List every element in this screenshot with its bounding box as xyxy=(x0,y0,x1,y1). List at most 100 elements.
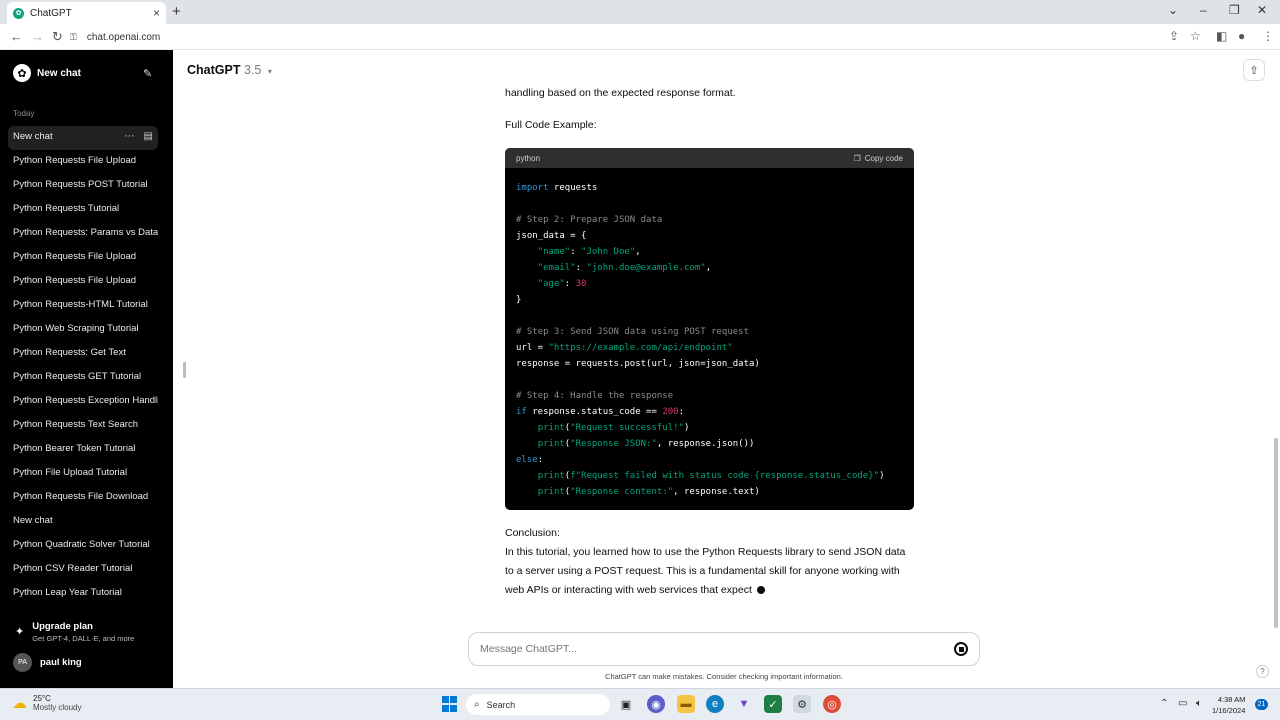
history-item-label: Python Web Scraping Tutorial xyxy=(13,323,139,334)
forward-icon[interactable]: → xyxy=(31,29,44,44)
address-bar: ← → ↻ ⚿ chat.openai.com ⇪ ☆ ◧ ● ⋮ xyxy=(0,24,1280,50)
code-line: # Step 2: Prepare JSON data xyxy=(516,212,903,228)
tab-search-chevron-icon[interactable]: ⌄ xyxy=(1168,3,1178,17)
sidebar-history-item[interactable]: New chat ⋯ ▤ xyxy=(8,126,158,150)
code-token: f"Request failed with status code {respo… xyxy=(570,471,880,481)
sidebar-history-item[interactable]: Python Requests GET Tutorial xyxy=(8,366,158,390)
sidebar-history-item[interactable]: Python Requests File Upload xyxy=(8,270,158,294)
user-menu[interactable]: PA paul king xyxy=(13,653,82,672)
sidebar-history-item[interactable]: Python CSV Reader Tutorial xyxy=(8,558,158,582)
code-token: print xyxy=(537,487,565,497)
sidebar-collapse-handle[interactable] xyxy=(183,362,186,378)
browser-tabbar: ✿ ChatGPT × + ⌄ – ❐ ✕ xyxy=(0,0,1280,24)
teams-chat-icon[interactable]: ◉ xyxy=(647,695,665,713)
code-block: python ❐ Copy code import requests # Step… xyxy=(505,148,914,510)
share-page-icon[interactable]: ⇪ xyxy=(1169,29,1179,43)
upgrade-plan-button[interactable]: ✦ Upgrade plan Get GPT-4, DALL·E, and mo… xyxy=(13,621,134,643)
sidebar-history-item[interactable]: Python Requests File Upload xyxy=(8,246,158,270)
tray-chevron-up-icon[interactable]: ⌃ xyxy=(1160,698,1168,709)
clock-time: 4:38 AM xyxy=(1217,695,1246,704)
site-info-icon[interactable]: ⚿ xyxy=(70,32,77,43)
new-tab-icon[interactable]: + xyxy=(172,3,181,20)
sidebar-history-item[interactable]: Python Requests Exception Handling xyxy=(8,390,158,414)
task-view-icon[interactable]: ▣ xyxy=(617,695,635,713)
vpn-app-icon[interactable]: ▼ xyxy=(735,695,753,713)
sidebar-history-item[interactable]: Python Requests POST Tutorial xyxy=(8,174,158,198)
sidebar-history-item[interactable]: New chat xyxy=(8,510,158,534)
code-token: response.status_code == xyxy=(526,407,663,417)
sidebar-history-item[interactable]: Python Web Scraping Tutorial xyxy=(8,318,158,342)
url-field[interactable]: ⚿ chat.openai.com xyxy=(70,27,1190,47)
code-token: # Step 2: Prepare JSON data xyxy=(516,215,663,225)
sidebar-history-item[interactable]: Python Requests: Get Text xyxy=(8,342,158,366)
code-line: else: xyxy=(516,452,903,468)
system-clock[interactable]: 4:38 AM 1/16/2024 xyxy=(1212,694,1245,716)
user-name: paul king xyxy=(40,657,82,668)
weather-widget[interactable]: ☁ 25°C Mostly cloudy xyxy=(12,694,81,712)
taskbar-search[interactable]: ⌕ Search xyxy=(466,694,610,715)
share-chat-button[interactable]: ⇧ xyxy=(1243,59,1265,81)
close-window-icon[interactable]: ✕ xyxy=(1257,3,1267,17)
page-scrollbar[interactable] xyxy=(1274,438,1278,628)
conclusion-line-3-wrap: web APIs or interacting with web service… xyxy=(505,581,765,600)
stop-generating-button[interactable] xyxy=(954,642,968,656)
sidebar-history-item[interactable]: Python Requests-HTML Tutorial xyxy=(8,294,158,318)
history-item-label: Python Bearer Token Tutorial xyxy=(13,443,136,454)
code-token: # Step 3: Send JSON data using POST requ… xyxy=(516,327,749,337)
edge-browser-icon[interactable]: e xyxy=(706,695,724,713)
side-panel-icon[interactable]: ◧ xyxy=(1216,29,1227,43)
archive-icon[interactable]: ▤ xyxy=(144,131,153,142)
browser-tab[interactable]: ✿ ChatGPT × xyxy=(7,2,166,24)
more-options-icon[interactable]: ⋯ xyxy=(125,131,135,142)
chat-history-list: New chat ⋯ ▤ Python Requests File Upload Pyt… xyxy=(8,126,158,606)
sidebar-history-item[interactable]: Python Requests Tutorial xyxy=(8,198,158,222)
code-line: } xyxy=(516,292,903,308)
code-line: # Step 3: Send JSON data using POST requ… xyxy=(516,324,903,340)
history-item-label: New chat xyxy=(13,131,53,142)
message-input[interactable] xyxy=(480,643,954,655)
code-token: : xyxy=(537,455,544,465)
browser-menu-icon[interactable]: ⋮ xyxy=(1262,29,1274,43)
history-item-label: Python Leap Year Tutorial xyxy=(13,587,122,598)
close-tab-icon[interactable]: × xyxy=(153,6,160,20)
search-icon: ⌕ xyxy=(474,699,480,710)
model-selector[interactable]: ChatGPT 3.5 ▾ xyxy=(187,63,272,77)
sidebar: ✿ New chat ✎ Today New chat ⋯ ▤ Python Requ… xyxy=(0,50,173,688)
share-icon: ⇧ xyxy=(1249,64,1259,77)
compose-icon[interactable]: ✎ xyxy=(143,67,152,80)
clipboard-icon: ❐ xyxy=(853,153,861,163)
reload-icon[interactable]: ↻ xyxy=(52,29,63,45)
profile-icon[interactable]: ● xyxy=(1238,29,1245,43)
network-icon[interactable]: ▭ xyxy=(1178,698,1187,709)
history-item-label: Python Requests File Download xyxy=(13,491,149,502)
sidebar-history-item[interactable]: Python Quadratic Solver Tutorial xyxy=(8,534,158,558)
sidebar-history-item[interactable]: Python Requests File Download xyxy=(8,486,158,510)
sidebar-history-item[interactable]: Python Bearer Token Tutorial xyxy=(8,438,158,462)
stop-icon xyxy=(958,646,964,652)
help-button[interactable]: ? xyxy=(1256,665,1269,678)
back-icon[interactable]: ← xyxy=(10,29,23,44)
excel-icon[interactable]: ✓ xyxy=(764,695,782,713)
new-chat-label: New chat xyxy=(37,67,81,79)
maximize-icon[interactable]: ❐ xyxy=(1229,3,1240,17)
minimize-icon[interactable]: – xyxy=(1200,3,1207,17)
clock-date: 1/16/2024 xyxy=(1212,706,1246,715)
start-windows-icon[interactable] xyxy=(440,695,458,713)
chrome-browser-icon[interactable]: ◎ xyxy=(823,695,841,713)
code-token: response = requests.post(url, json=json_… xyxy=(516,359,760,369)
control-panel-icon[interactable]: ⚙ xyxy=(793,695,811,713)
bookmark-star-icon[interactable]: ☆ xyxy=(1190,29,1201,43)
sidebar-history-item[interactable]: Python Leap Year Tutorial xyxy=(8,582,158,606)
volume-icon[interactable]: 🔈︎ xyxy=(1196,698,1202,709)
sidebar-history-item[interactable]: Python Requests Text Search xyxy=(8,414,158,438)
copy-code-button[interactable]: ❐ Copy code xyxy=(854,154,903,163)
notification-badge[interactable]: 21 xyxy=(1255,699,1268,710)
code-language: python xyxy=(516,153,541,163)
sidebar-history-item[interactable]: Python File Upload Tutorial xyxy=(8,462,158,486)
sidebar-history-item[interactable]: Python Requests File Upload xyxy=(8,150,158,174)
new-chat-button[interactable]: ✿ New chat xyxy=(13,64,81,82)
sidebar-history-item[interactable]: Python Requests: Params vs Data xyxy=(8,222,158,246)
file-explorer-icon[interactable]: ▬ xyxy=(677,695,695,713)
